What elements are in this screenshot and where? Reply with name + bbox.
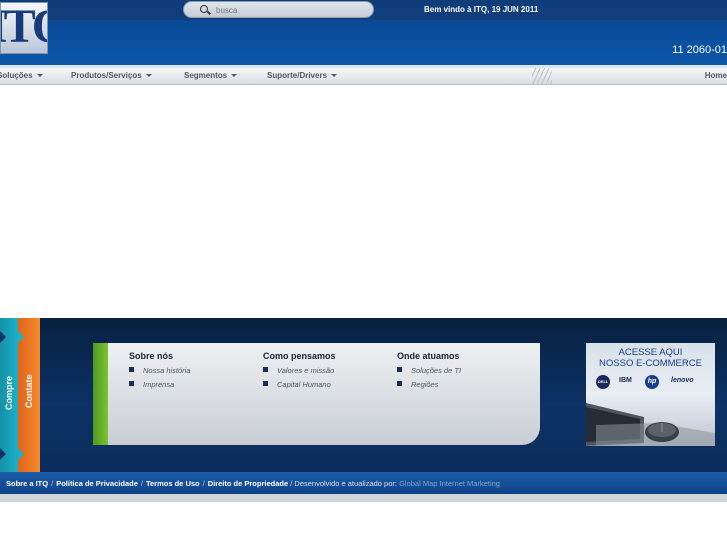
square-bullet-icon	[263, 381, 268, 386]
credit-prefix: / Desenvolvido e atualizado por:	[290, 479, 397, 488]
hp-logo: hp	[645, 375, 659, 389]
brand-logos: DELL IBM hp lenovo	[593, 375, 711, 389]
nav-item-label: Soluções	[0, 71, 33, 80]
home-link[interactable]: Home	[705, 71, 727, 80]
compre-tab[interactable]: Compre	[0, 318, 18, 472]
nav-item-label: Segmentos	[184, 71, 228, 80]
link-separator: /	[202, 479, 205, 488]
tab-notch-icon	[18, 448, 24, 460]
footer-link-label: Valores e missão	[277, 366, 335, 375]
bottom-link-sobre[interactable]: Sobre a ITQ	[6, 479, 48, 488]
nav-item-produtos[interactable]: Produtos/Serviços	[71, 71, 152, 80]
logo-text: ITQ	[1, 2, 47, 53]
footer-link[interactable]: Nossa história	[129, 366, 191, 375]
footer-column-sobre: Sobre nós Nossa história Imprensa	[129, 351, 191, 394]
ecommerce-banner[interactable]: ACESSE AQUI NOSSO E-COMMERCE DELL IBM hp…	[586, 343, 715, 446]
welcome-text: Bem vindo à ITQ, 19 JUN 2011	[424, 5, 539, 14]
nav-item-label: Produtos/Serviços	[71, 71, 142, 80]
footer-panel-accent	[93, 343, 108, 445]
footer-link[interactable]: Imprensa	[129, 380, 191, 389]
footer-link[interactable]: Regiões	[397, 380, 461, 389]
footer-column-title: Onde atuamos	[397, 351, 460, 361]
nav-item-suporte[interactable]: Suporte/Drivers	[267, 71, 338, 80]
footer-link[interactable]: Capital Humano	[263, 380, 336, 389]
search-input[interactable]	[216, 4, 356, 16]
footer-link-label: Regiões	[411, 380, 439, 389]
chevron-down-icon	[231, 74, 238, 78]
bottom-divider	[0, 494, 727, 502]
itq-logo[interactable]: ITQ	[0, 2, 48, 54]
square-bullet-icon	[129, 367, 134, 372]
footer-link[interactable]: Valores e missão	[263, 366, 336, 375]
chevron-down-icon	[145, 74, 152, 78]
square-bullet-icon	[263, 367, 268, 372]
ecommerce-banner-title: ACESSE AQUI NOSSO E-COMMERCE	[586, 347, 715, 369]
header-band	[0, 20, 727, 65]
square-bullet-icon	[129, 381, 134, 386]
square-bullet-icon	[397, 367, 402, 372]
bottom-link-termos[interactable]: Termos de Uso	[146, 479, 200, 488]
footer-link-label: Nossa história	[143, 366, 191, 375]
search-icon	[200, 5, 208, 13]
chevron-down-icon	[36, 74, 43, 78]
bottom-link-privacidade[interactable]: Política de Privacidade	[56, 479, 138, 488]
tab-notch-icon	[18, 331, 24, 343]
footer-column-onde: Onde atuamos Soluções de TI Regiões	[397, 351, 461, 394]
nav-item-segmentos[interactable]: Segmentos	[184, 71, 238, 80]
tab-notch-icon	[0, 448, 6, 460]
credit-link[interactable]: Global Map Internet Marketing	[399, 479, 500, 488]
page: ITQ Bem vindo à ITQ, 19 JUN 2011 11 2060…	[0, 0, 727, 545]
nav-item-label: Suporte/Drivers	[267, 71, 328, 80]
link-separator: /	[51, 479, 54, 488]
square-bullet-icon	[397, 381, 402, 386]
dell-logo: DELL	[596, 375, 610, 389]
link-separator: /	[140, 479, 143, 488]
nav-item-solucoes[interactable]: Soluções	[0, 71, 43, 80]
footer-link[interactable]: Soluções de TI	[397, 366, 461, 375]
footer-link-label: Soluções de TI	[411, 366, 462, 375]
footer-column-title: Como pensamos	[263, 351, 336, 361]
search-box[interactable]	[183, 1, 374, 18]
footer-column-como: Como pensamos Valores e missão Capital H…	[263, 351, 336, 394]
footer-column-title: Sobre nós	[129, 351, 174, 361]
ecommerce-line2: NOSSO E-COMMERCE	[599, 358, 702, 369]
chevron-down-icon	[331, 74, 338, 78]
laptop-mouse-illustration	[586, 403, 715, 446]
contate-tab[interactable]: Contate	[18, 318, 40, 472]
tab-notch-icon	[0, 331, 6, 343]
bottom-links: Sobre a ITQ / Política de Privacidade / Term…	[6, 479, 500, 488]
footer-link-label: Capital Humano	[277, 380, 331, 389]
contate-tab-label: Contate	[24, 374, 34, 409]
main-nav: Soluções Produtos/Serviços Segmentos Sup…	[0, 68, 727, 85]
compre-tab-label: Compre	[4, 375, 14, 410]
ecommerce-line1: ACESSE AQUI	[618, 347, 683, 358]
phone-number: 11 2060-01	[672, 44, 727, 56]
footer-link-label: Imprensa	[143, 380, 175, 389]
bottom-link-direito[interactable]: Direito de Propriedade	[208, 479, 288, 488]
ibm-logo: IBM	[619, 377, 632, 384]
lenovo-logo: lenovo	[671, 377, 694, 384]
nav-stripes-decoration	[532, 68, 552, 84]
